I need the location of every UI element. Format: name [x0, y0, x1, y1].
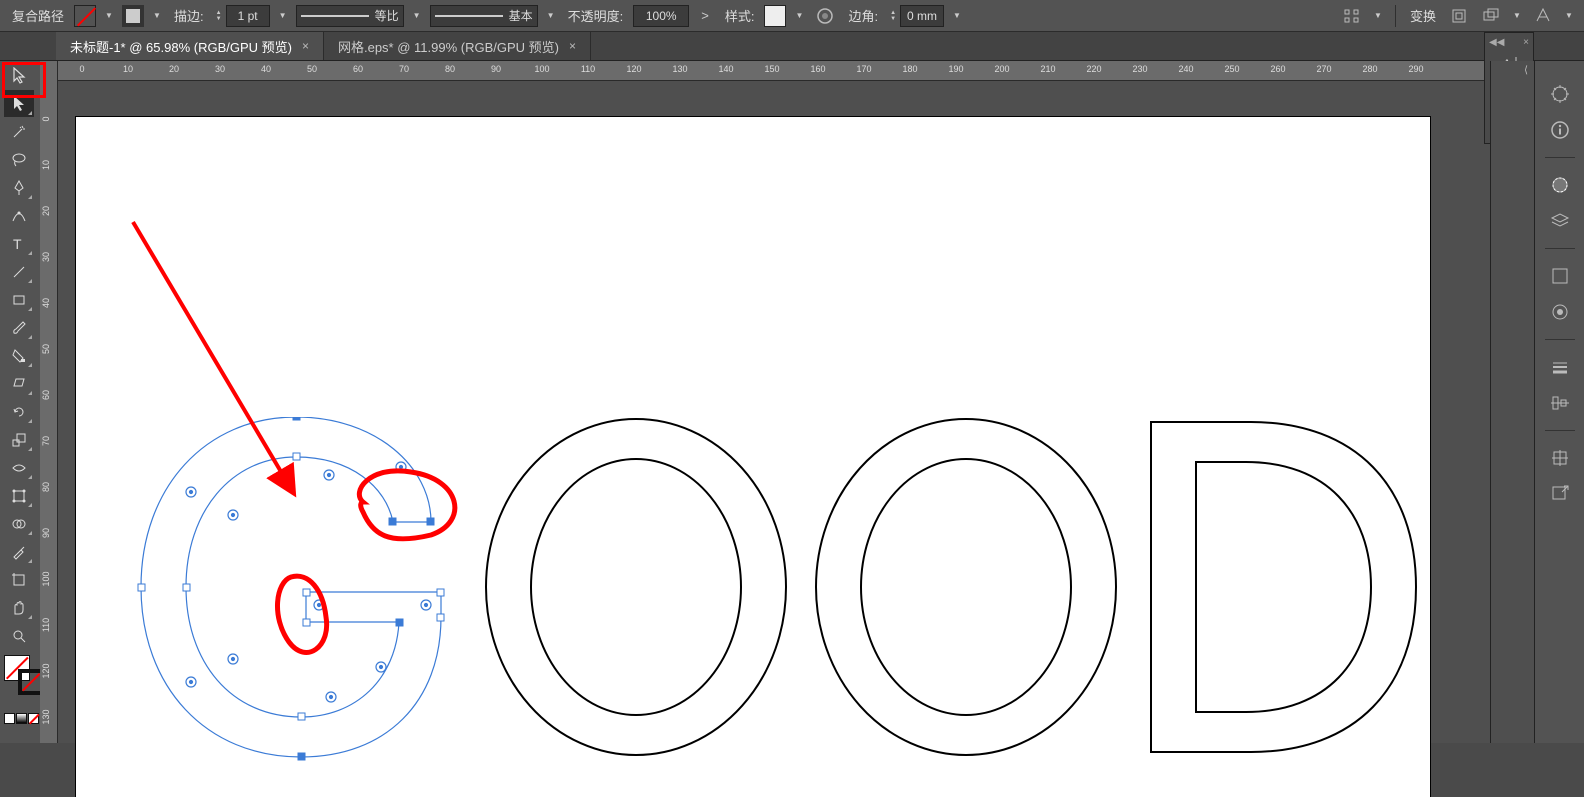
hand-tool[interactable] — [4, 594, 34, 621]
swatches-icon[interactable] — [1547, 263, 1573, 289]
brush-dropdown[interactable]: ▼ — [544, 5, 558, 27]
artboard-tool[interactable] — [4, 566, 34, 593]
opacity-more[interactable]: > — [695, 8, 715, 23]
stroke-weight-stepper[interactable]: ▲▼ 1 pt — [214, 5, 270, 27]
separator — [1545, 339, 1575, 340]
artwork-good[interactable] — [131, 417, 1421, 797]
corner-stepper[interactable]: ▲▼ 0 mm — [888, 5, 944, 27]
letter-o-1[interactable] — [486, 419, 786, 755]
fill-dropdown[interactable]: ▼ — [102, 5, 116, 27]
magic-wand-tool[interactable] — [4, 118, 34, 145]
document-tab-bar: 未标题-1* @ 65.98% (RGB/GPU 预览) × 网格.eps* @… — [0, 32, 1584, 61]
paintbrush-tool[interactable] — [4, 314, 34, 341]
separator — [1545, 248, 1575, 249]
style-label: 样式: — [721, 6, 759, 25]
vertical-ruler-labels: 0 10 20 30 40 50 60 70 80 90 100 110 120… — [40, 81, 58, 743]
style-swatch[interactable] — [764, 5, 786, 27]
layers-icon[interactable] — [1547, 208, 1573, 234]
eyedropper-tool[interactable] — [4, 538, 34, 565]
shape-builder-tool[interactable] — [4, 510, 34, 537]
free-transform-tool[interactable] — [4, 482, 34, 509]
edit-contents-icon[interactable] — [1530, 3, 1556, 29]
stroke-dropdown[interactable]: ▼ — [150, 5, 164, 27]
corner-dropdown[interactable]: ▼ — [950, 5, 964, 27]
tab-title: 未标题-1* @ 65.98% (RGB/GPU 预览) — [70, 37, 292, 56]
align-icon[interactable] — [1547, 390, 1573, 416]
profile-dropdown[interactable]: ▼ — [410, 5, 424, 27]
curvature-tool[interactable] — [4, 202, 34, 229]
corner-label: 边角: — [844, 6, 882, 25]
scale-tool[interactable] — [4, 426, 34, 453]
tab-grid-eps[interactable]: 网格.eps* @ 11.99% (RGB/GPU 预览) × — [324, 32, 591, 60]
svg-text:T: T — [13, 236, 22, 252]
close-icon[interactable]: × — [302, 39, 309, 53]
appearance-icon[interactable] — [1547, 299, 1573, 325]
color-icon[interactable] — [1547, 172, 1573, 198]
edit-clip-icon[interactable] — [1478, 3, 1504, 29]
export-icon[interactable] — [1547, 481, 1573, 507]
separator — [1545, 157, 1575, 158]
isolate-icon[interactable] — [1446, 3, 1472, 29]
expand-panels-icon[interactable]: ⟨ — [1524, 65, 1528, 76]
align-to-icon[interactable] — [1339, 3, 1365, 29]
horizontal-ruler: 0 10 20 30 40 50 60 70 80 90 100 110 120… — [58, 61, 1490, 81]
lasso-tool[interactable] — [4, 146, 34, 173]
rectangle-tool[interactable] — [4, 286, 34, 313]
variable-width-profile[interactable]: 等比 — [296, 5, 404, 27]
stroke-swatch[interactable] — [122, 5, 144, 27]
width-tool[interactable] — [4, 454, 34, 481]
stroke-weight-dropdown[interactable]: ▼ — [276, 5, 290, 27]
right-panel-collapsed-bar: ⟨ — [1490, 61, 1534, 743]
object-type-label: 复合路径 — [8, 6, 68, 25]
close-icon[interactable]: × — [1523, 37, 1529, 49]
tab-untitled-1[interactable]: 未标题-1* @ 65.98% (RGB/GPU 预览) × — [56, 32, 324, 60]
style-dropdown[interactable]: ▼ — [792, 5, 806, 27]
line-tool[interactable] — [4, 258, 34, 285]
transform-label: 变换 — [1406, 6, 1440, 25]
pen-tool[interactable] — [4, 174, 34, 201]
close-icon[interactable]: × — [569, 39, 576, 53]
right-dock — [1534, 61, 1584, 743]
info-icon[interactable] — [1547, 117, 1573, 143]
letter-o-2[interactable] — [816, 419, 1116, 755]
transform-panel-icon[interactable] — [1547, 445, 1573, 471]
opacity-input[interactable]: 100% — [633, 5, 689, 27]
artboard[interactable] — [76, 117, 1430, 797]
recolor-artwork-icon[interactable] — [812, 3, 838, 29]
wheel-icon[interactable] — [1547, 81, 1573, 107]
eraser-tool[interactable] — [4, 370, 34, 397]
letter-d[interactable] — [1151, 422, 1416, 752]
corner-value[interactable]: 0 mm — [900, 5, 944, 27]
canvas-area[interactable]: 0 10 20 30 40 50 60 70 80 90 100 110 120… — [58, 61, 1490, 743]
stroke-panel-icon[interactable] — [1547, 354, 1573, 380]
zoom-tool[interactable] — [4, 622, 34, 649]
collapse-icon[interactable]: ◀◀ — [1489, 37, 1504, 49]
annotation-highlight-box — [2, 62, 46, 98]
tab-title: 网格.eps* @ 11.99% (RGB/GPU 预览) — [338, 37, 559, 56]
opacity-label: 不透明度: — [564, 6, 628, 25]
brush-definition[interactable]: 基本 — [430, 5, 538, 27]
align-dropdown[interactable]: ▼ — [1371, 5, 1385, 27]
fill-swatch[interactable] — [74, 5, 96, 27]
rotate-tool[interactable] — [4, 398, 34, 425]
shaper-tool[interactable] — [4, 342, 34, 369]
separator — [1545, 430, 1575, 431]
stroke-weight-value[interactable]: 1 pt — [226, 5, 270, 27]
control-bar: 复合路径 ▼ ▼ 描边: ▲▼ 1 pt ▼ 等比 ▼ 基本 ▼ 不透明度: 1… — [0, 0, 1584, 32]
separator — [1395, 5, 1396, 27]
type-tool[interactable]: T — [4, 230, 34, 257]
stroke-label: 描边: — [170, 6, 208, 25]
